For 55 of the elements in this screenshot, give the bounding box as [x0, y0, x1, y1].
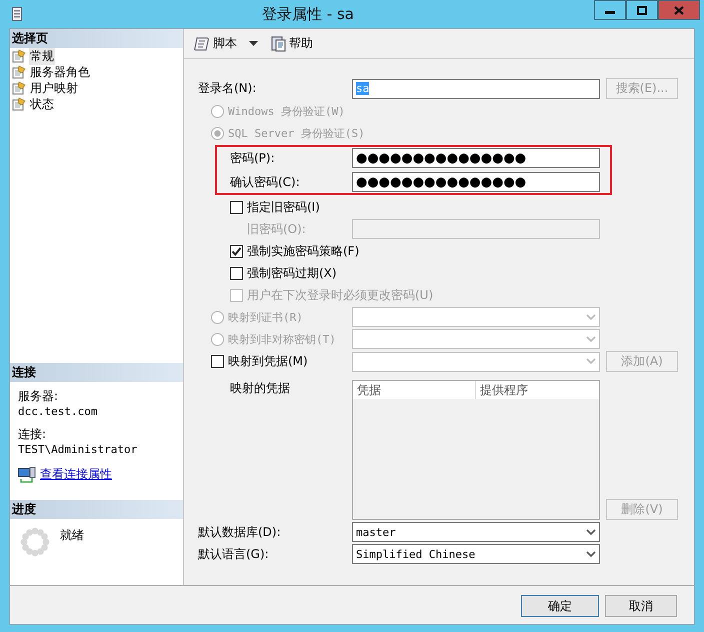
field-label: 映射的凭据 — [230, 380, 290, 397]
field-label: 确认密码(C): — [230, 174, 300, 190]
maximize-button[interactable] — [626, 0, 658, 20]
field-label: 连接: — [18, 426, 48, 443]
book-icon — [270, 36, 286, 52]
computer-icon — [18, 466, 36, 482]
chevron-icon — [586, 358, 596, 365]
option-label: 用户在下次登录时必须更改密码(U) — [247, 286, 434, 304]
page-item[interactable]: 用户映射 — [29, 80, 79, 96]
scroll-icon — [194, 36, 210, 52]
caret-icon[interactable] — [249, 40, 258, 46]
chevron-icon — [586, 336, 596, 342]
window-icon — [12, 7, 22, 21]
page-item[interactable]: 状态 — [29, 96, 55, 112]
section-header: 选择页 — [10, 29, 183, 48]
maximize-icon — [637, 6, 647, 14]
field-label: 旧密码(O): — [247, 220, 306, 238]
help-button[interactable]: 帮助 — [268, 33, 315, 54]
status-text: 就绪 — [60, 527, 84, 544]
page-item[interactable]: 常规 — [29, 48, 55, 64]
section-header: 进度 — [10, 500, 183, 519]
chevron-icon — [586, 550, 596, 558]
minimize-button[interactable] — [594, 0, 626, 20]
section-header: 连接 — [10, 363, 183, 382]
field-label: 默认数据库(D): — [198, 524, 281, 540]
option-label: 指定旧密码(I) — [247, 198, 320, 216]
option-label: 强制实施密码策略(F) — [247, 242, 360, 260]
field-label: 登录名(N): — [198, 80, 256, 97]
field-label: 密码(P): — [230, 150, 275, 166]
column-header[interactable]: 凭据 — [353, 381, 476, 399]
window-title: 登录属性 - sa — [261, 4, 355, 25]
server-name: dcc.test.com — [18, 405, 98, 418]
option-label: Windows 身份验证(W) — [228, 104, 345, 118]
checkbox[interactable] — [211, 355, 224, 368]
dropdown-field[interactable]: Simplified Chinese — [352, 544, 600, 564]
option-label: 映射到证书(R) — [228, 310, 303, 324]
ok-button[interactable]: 确定 — [521, 595, 599, 617]
chevron-icon — [586, 314, 596, 320]
close-icon — [674, 6, 684, 14]
option-label: 映射到非对称密钥(T) — [228, 332, 336, 346]
field-label: 服务器: — [18, 388, 60, 405]
option-label: SQL Server 身份验证(S) — [228, 126, 365, 140]
cancel-button[interactable]: 取消 — [605, 595, 677, 617]
page-item[interactable]: 服务器角色 — [29, 64, 91, 80]
dropdown-field[interactable]: master — [352, 522, 600, 542]
progress-spinner-icon — [20, 527, 50, 557]
connection-properties-link[interactable]: 查看连接属性 — [40, 466, 112, 483]
chevron-icon — [586, 528, 596, 536]
option-label: 强制密码过期(X) — [247, 264, 337, 282]
close-button[interactable] — [658, 0, 700, 20]
connection-name: TEST\Administrator — [18, 443, 138, 456]
option-label: 映射到凭据(M) — [228, 353, 308, 370]
field-label: 默认语言(G): — [198, 546, 269, 562]
column-header[interactable]: 提供程序 — [476, 381, 599, 399]
script-button[interactable]: 脚本 — [192, 33, 239, 54]
